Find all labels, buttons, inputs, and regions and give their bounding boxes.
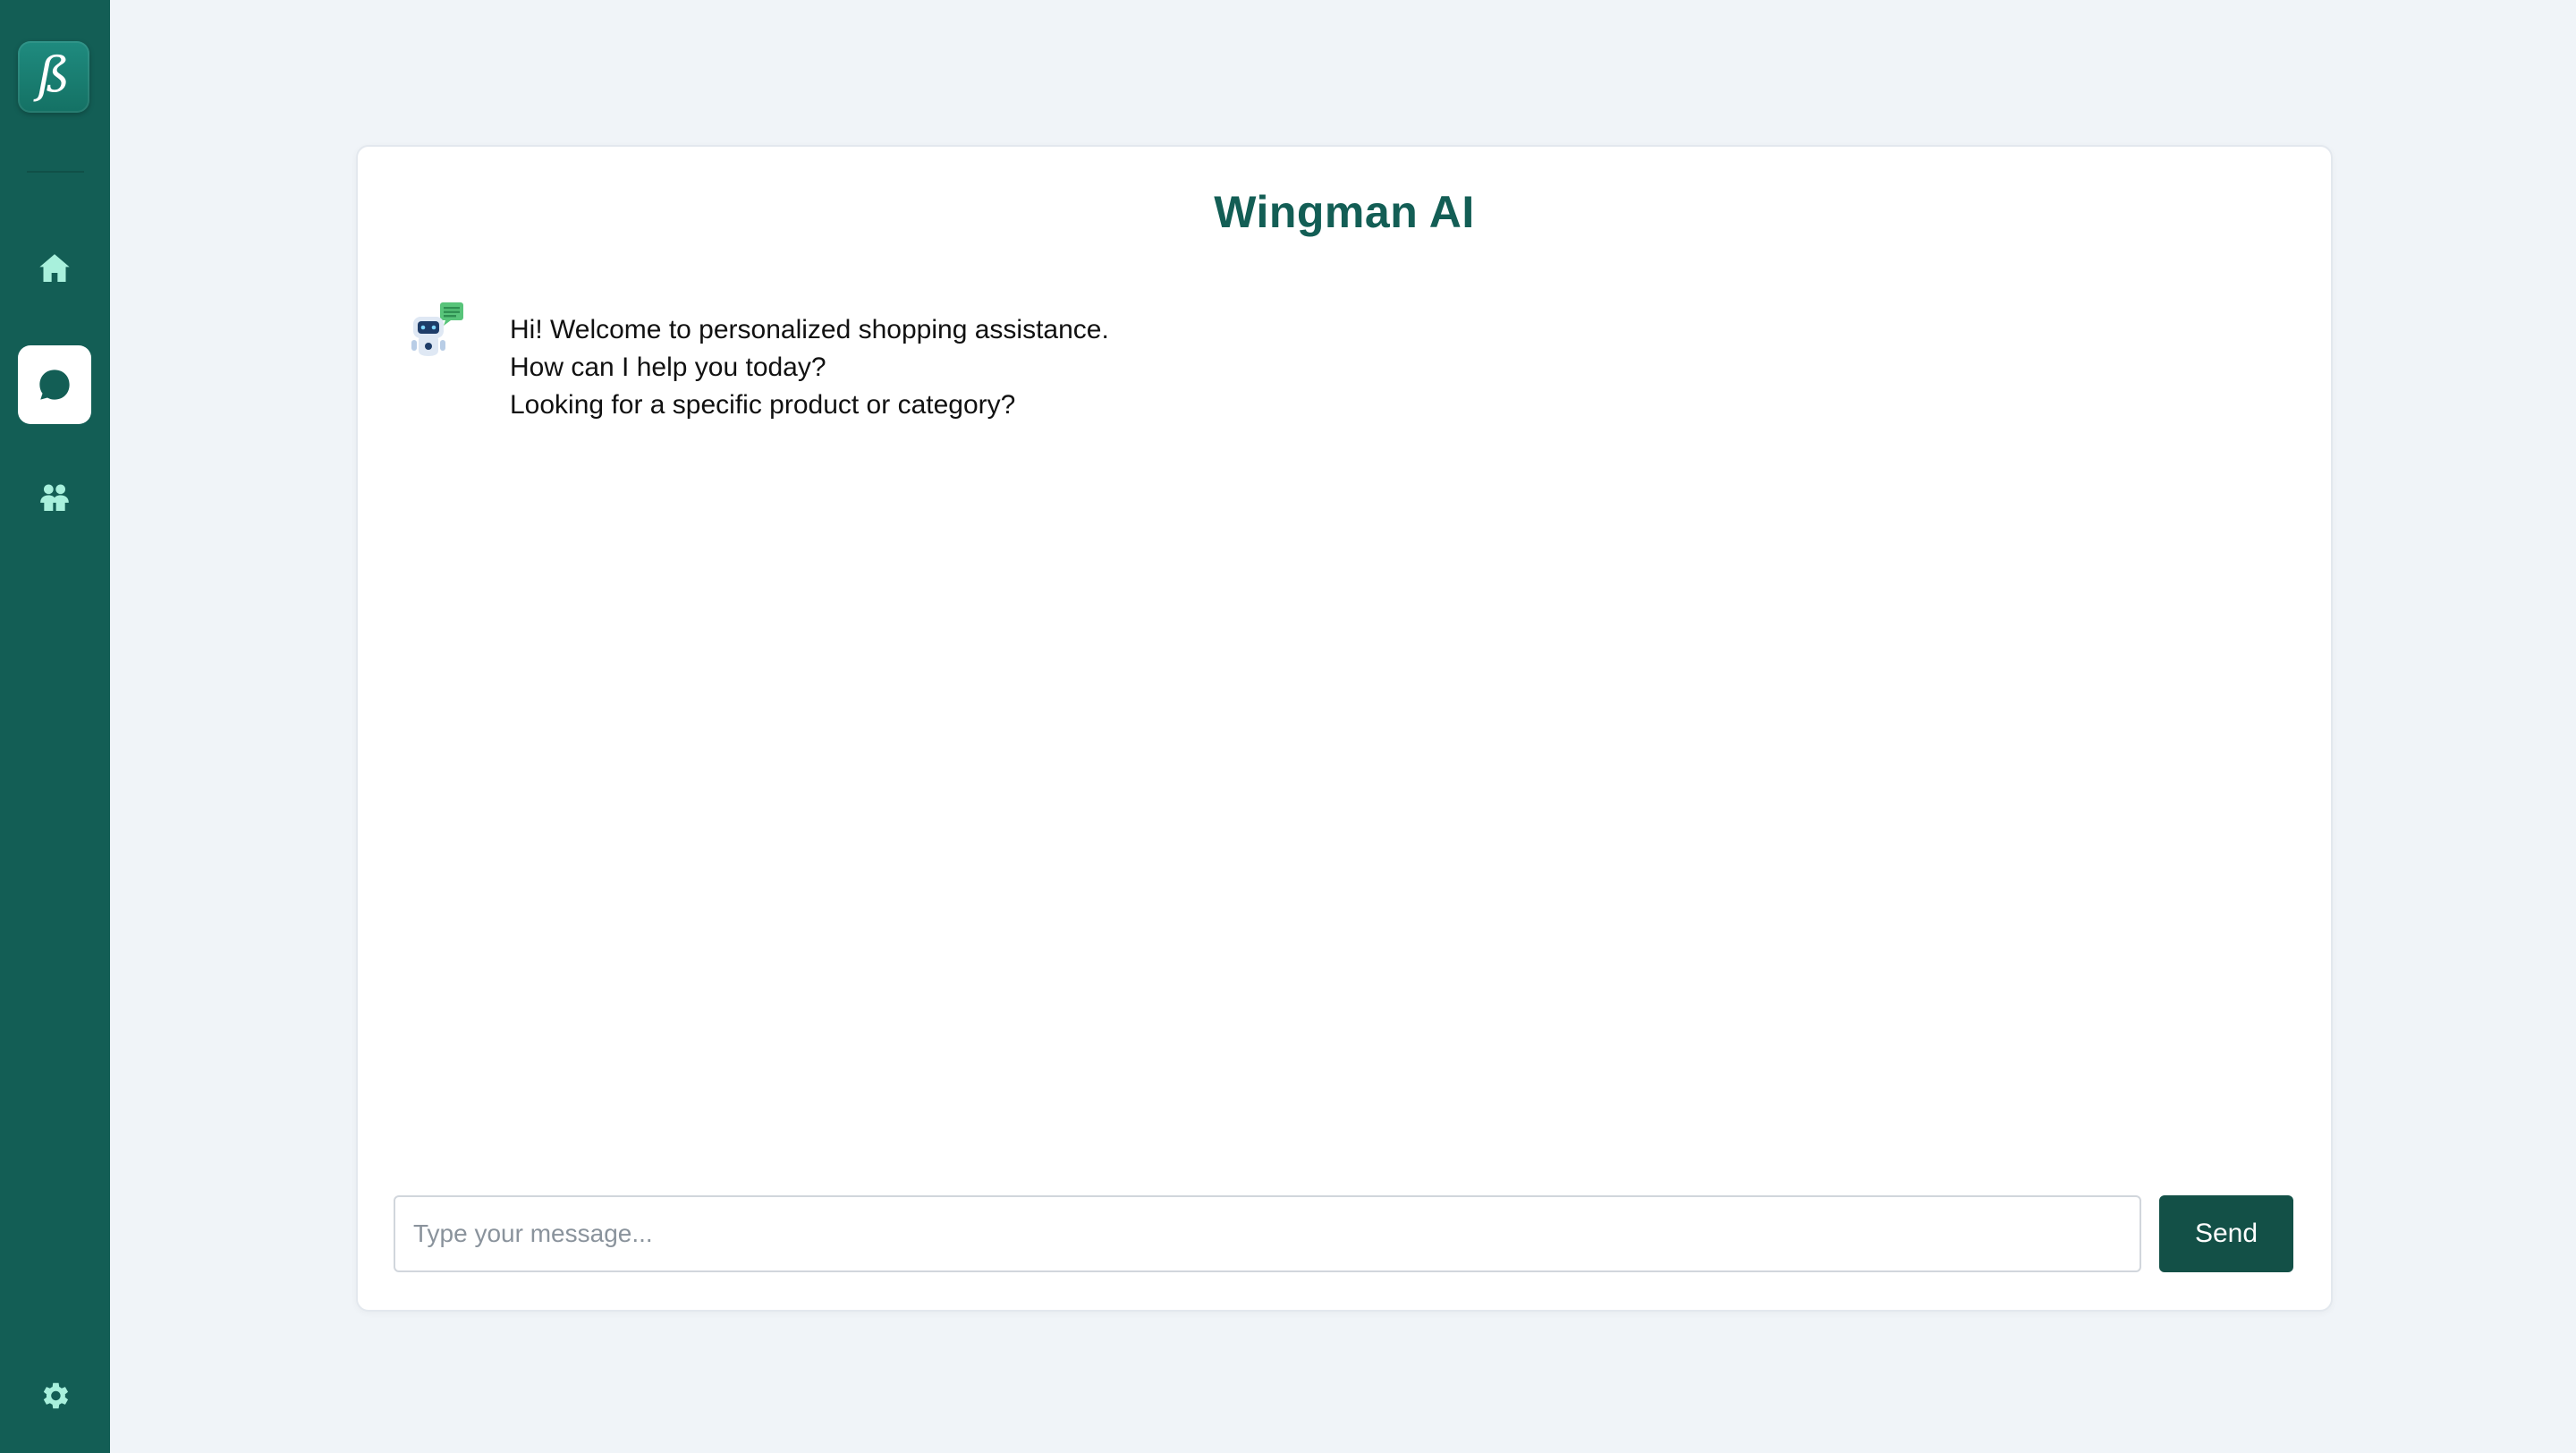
bot-message: Hi! Welcome to personalized shopping ass… (410, 301, 1109, 424)
app-logo[interactable]: ß (18, 41, 89, 113)
robot-avatar-icon (411, 302, 463, 356)
sidebar-item-users[interactable] (18, 460, 91, 535)
gear-icon (43, 1382, 69, 1409)
sidebar: ß (0, 0, 110, 1453)
sidebar-item-chat[interactable] (18, 345, 91, 424)
page-title: Wingman AI (1214, 187, 1475, 237)
message-input[interactable] (394, 1195, 2141, 1272)
users-icon (40, 484, 69, 511)
send-button[interactable]: Send (2159, 1195, 2293, 1272)
chat-panel: Wingman AI Hi! Welcome to personalized s… (356, 145, 2333, 1312)
message-line: Hi! Welcome to personalized shopping ass… (510, 315, 1109, 344)
logo-letter: ß (37, 47, 71, 103)
sidebar-item-home[interactable] (18, 231, 91, 306)
sidebar-item-settings[interactable] (18, 1358, 91, 1433)
message-line: How can I help you today? (510, 353, 826, 382)
message-composer: Send (394, 1195, 2293, 1272)
app-root: ß Wingman AI Hi! Welcome to personalized… (0, 0, 2576, 1453)
message-line: Looking for a specific product or catego… (510, 390, 1016, 420)
chat-icon (39, 370, 70, 400)
sidebar-divider (27, 171, 84, 173)
home-icon (39, 254, 70, 282)
message-text: Hi! Welcome to personalized shopping ass… (510, 311, 1109, 424)
